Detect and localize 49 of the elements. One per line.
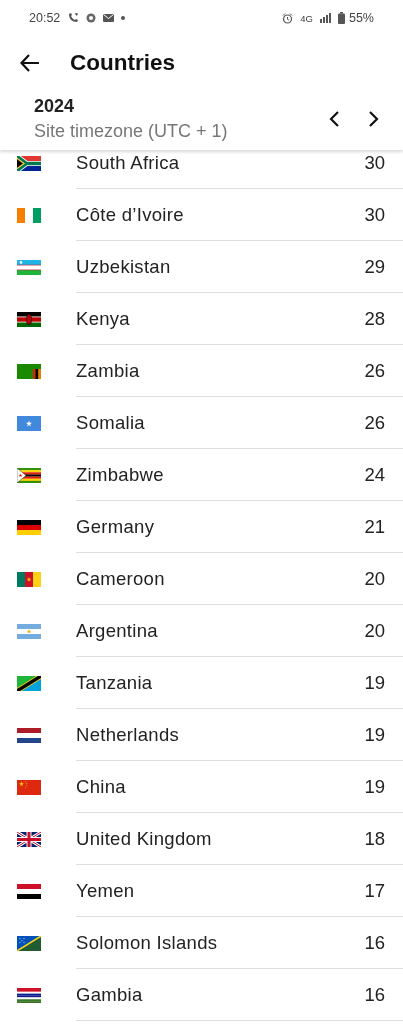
country-count: 16 [364, 931, 385, 954]
country-name: Germany [76, 515, 156, 538]
country-count: 30 [364, 203, 385, 226]
country-name: Yemen [76, 879, 136, 902]
chevron-left-icon [328, 110, 340, 128]
country-name: Zimbabwe [76, 463, 165, 486]
country-name: Zambia [76, 359, 141, 382]
dot-icon [121, 16, 126, 20]
country-name: Côte d’Ivoire [76, 203, 185, 226]
country-name: Tanzania [76, 671, 154, 694]
status-time: 20:52 [29, 11, 61, 25]
country-count: 30 [364, 151, 385, 174]
country-name: Cameroon [76, 567, 166, 590]
country-name: Argentina [76, 619, 159, 642]
year-label: 2024 [34, 95, 76, 118]
country-count: 24 [364, 463, 385, 486]
country-count: 19 [364, 671, 385, 694]
country-count: 19 [364, 723, 385, 746]
country-name: South Africa [76, 151, 181, 174]
country-count: 26 [364, 359, 385, 382]
country-count: 20 [364, 619, 385, 642]
country-count: 28 [364, 307, 385, 330]
alarm-icon [282, 12, 294, 24]
battery-level: 55% [348, 11, 374, 25]
country-count: 21 [364, 515, 385, 538]
country-name: Somalia [76, 411, 146, 434]
back-arrow-icon [20, 54, 40, 72]
country-count: 29 [364, 255, 385, 278]
country-count: 16 [364, 983, 385, 1006]
country-name: Gambia [76, 983, 144, 1006]
country-count: 17 [364, 879, 385, 902]
country-name: Netherlands [76, 723, 181, 746]
network-type: 4G [300, 12, 313, 24]
page-title: Countries [70, 50, 175, 76]
missed-call-icon [67, 12, 80, 24]
country-count: 18 [364, 827, 385, 850]
battery-icon [337, 12, 345, 24]
country-count: 20 [364, 567, 385, 590]
signal-icon [319, 13, 331, 23]
country-name: United Kingdom [76, 827, 213, 850]
country-name: China [76, 775, 127, 798]
country-count: 19 [364, 775, 385, 798]
mail-icon [103, 14, 115, 22]
chevron-right-icon [368, 110, 380, 128]
country-name: Uzbekistan [76, 255, 172, 278]
timezone-label: Site timezone (UTC + 1) [34, 120, 229, 143]
country-name: Solomon Islands [76, 931, 219, 954]
country-name: Kenya [76, 307, 131, 330]
country-count: 26 [364, 411, 385, 434]
